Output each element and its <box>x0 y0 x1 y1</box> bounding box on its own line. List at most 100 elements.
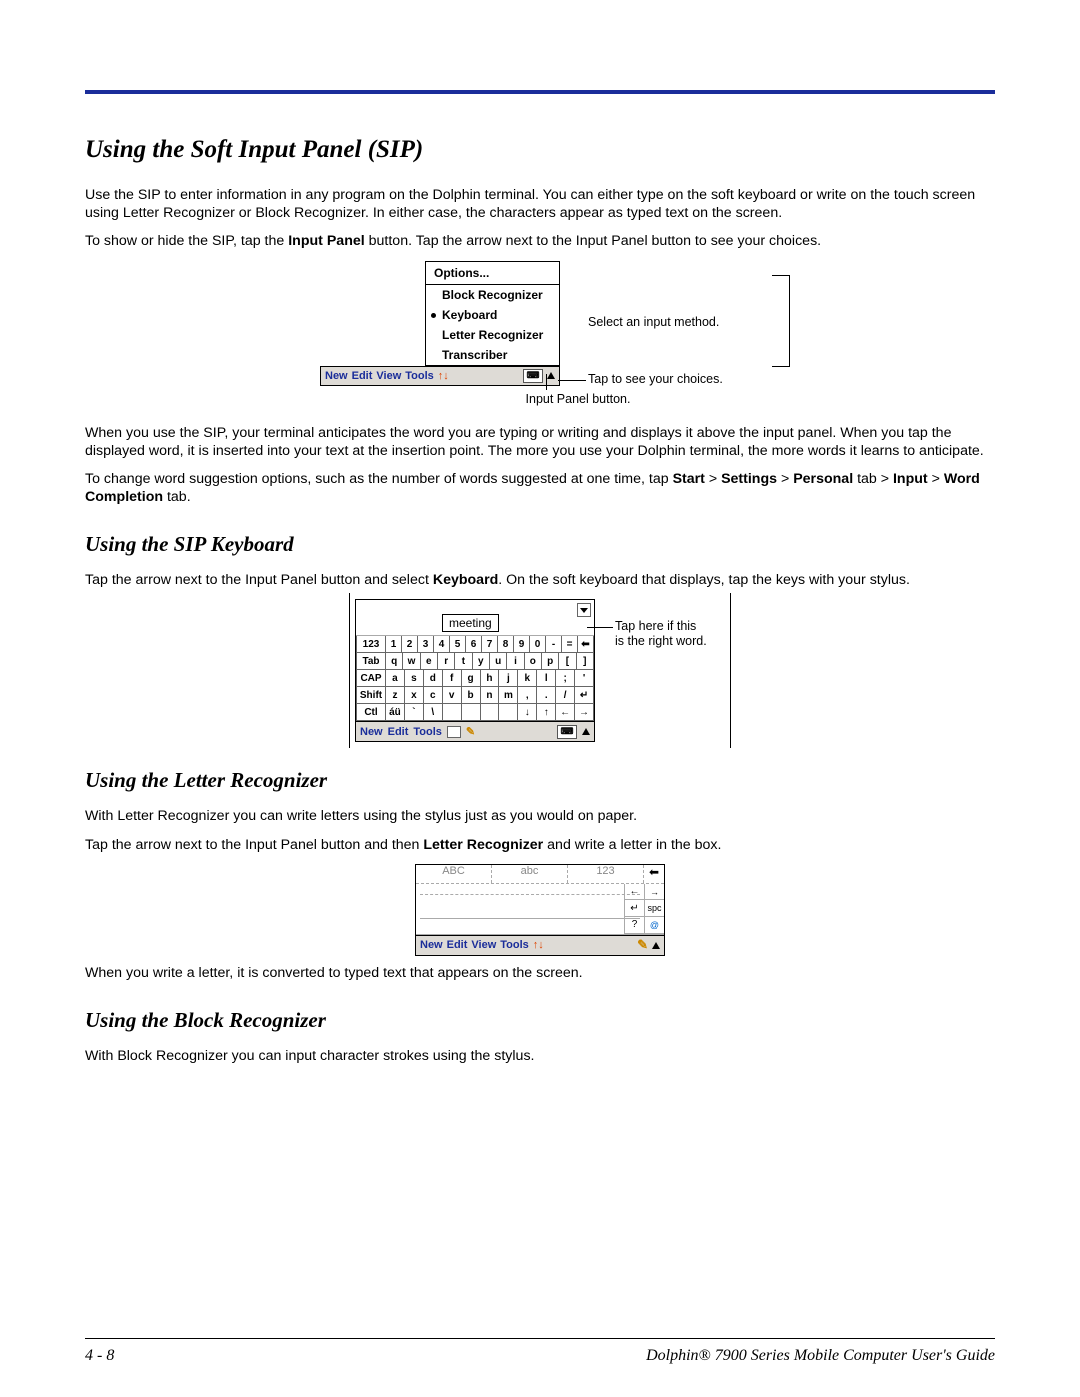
key-j[interactable]: j <box>499 670 518 687</box>
key-][interactable]: ] <box>577 653 594 670</box>
key--[interactable]: - <box>546 636 562 653</box>
key-⬅[interactable]: ⬅ <box>578 636 594 653</box>
key-↑[interactable]: ↑ <box>537 704 556 721</box>
key-→[interactable]: → <box>575 704 594 721</box>
key-a[interactable]: a <box>386 670 405 687</box>
kb-new[interactable]: New <box>360 726 383 738</box>
key-i[interactable]: i <box>507 653 524 670</box>
key-s[interactable]: s <box>405 670 424 687</box>
kb-edit[interactable]: Edit <box>388 726 409 738</box>
key-\[interactable]: \ <box>424 704 443 721</box>
key-w[interactable]: w <box>403 653 420 670</box>
key-z[interactable]: z <box>386 687 405 704</box>
key-g[interactable]: g <box>462 670 481 687</box>
key-Shift[interactable]: Shift <box>356 687 386 704</box>
lr-edit[interactable]: Edit <box>447 939 468 951</box>
key-p[interactable]: p <box>542 653 559 670</box>
key-m[interactable]: m <box>499 687 518 704</box>
key-e[interactable]: e <box>421 653 438 670</box>
nav-left-icon[interactable]: ← <box>625 884 644 901</box>
key-0[interactable]: 0 <box>530 636 546 653</box>
key-`[interactable]: ` <box>405 704 424 721</box>
key-y[interactable]: y <box>473 653 490 670</box>
key-d[interactable]: d <box>424 670 443 687</box>
menu-keyboard[interactable]: Keyboard <box>426 305 559 325</box>
zone-abc[interactable]: abc <box>492 865 568 883</box>
key-6[interactable]: 6 <box>466 636 482 653</box>
key-5[interactable]: 5 <box>450 636 466 653</box>
key-[[interactable]: [ <box>559 653 576 670</box>
key-123[interactable]: 123 <box>356 636 386 653</box>
input-panel-arrow-icon[interactable] <box>652 942 660 949</box>
key-.[interactable]: . <box>537 687 556 704</box>
abc-icon[interactable] <box>447 726 461 738</box>
tb-tools[interactable]: Tools <box>405 370 434 382</box>
key-o[interactable]: o <box>525 653 542 670</box>
lr-tools[interactable]: Tools <box>500 939 529 951</box>
key-←[interactable]: ← <box>556 704 575 721</box>
key-CAP[interactable]: CAP <box>356 670 386 687</box>
key-'[interactable]: ' <box>575 670 594 687</box>
nav-right-icon[interactable]: → <box>645 884 664 901</box>
input-panel-button[interactable]: ⌨ <box>557 725 577 739</box>
key-8[interactable]: 8 <box>498 636 514 653</box>
zone-123[interactable]: 123 <box>568 865 644 883</box>
menu-transcriber[interactable]: Transcriber <box>426 345 559 365</box>
key-4[interactable]: 4 <box>434 636 450 653</box>
key-3[interactable]: 3 <box>418 636 434 653</box>
lr-new[interactable]: New <box>420 939 443 951</box>
tb-view[interactable]: View <box>376 370 401 382</box>
key-space[interactable] <box>443 704 462 721</box>
at-icon[interactable]: @ <box>645 917 664 934</box>
key-h[interactable]: h <box>481 670 500 687</box>
zone-ABC[interactable]: ABC <box>416 865 492 883</box>
input-panel-button[interactable]: ⌨ <box>523 369 543 383</box>
key-space[interactable] <box>481 704 500 721</box>
key-t[interactable]: t <box>455 653 472 670</box>
help-icon[interactable]: ? <box>625 917 644 934</box>
key-b[interactable]: b <box>462 687 481 704</box>
key-space[interactable] <box>462 704 481 721</box>
writing-area[interactable]: ← ↵ ? → spc @ <box>416 883 664 935</box>
key-Tab[interactable]: Tab <box>356 653 386 670</box>
key-1[interactable]: 1 <box>386 636 402 653</box>
key-v[interactable]: v <box>443 687 462 704</box>
space-key[interactable]: spc <box>645 900 664 917</box>
key-↵[interactable]: ↵ <box>575 687 594 704</box>
word-suggestion[interactable]: meeting <box>442 614 499 632</box>
suggestion-dropdown-icon[interactable] <box>577 603 591 617</box>
key-c[interactable]: c <box>424 687 443 704</box>
enter-icon[interactable]: ↵ <box>625 900 644 917</box>
pen-icon[interactable]: ✎ <box>466 725 475 738</box>
key-x[interactable]: x <box>405 687 424 704</box>
key-↓[interactable]: ↓ <box>518 704 537 721</box>
tb-edit[interactable]: Edit <box>352 370 373 382</box>
key-,[interactable]: , <box>518 687 537 704</box>
key-Ctl[interactable]: Ctl <box>356 704 386 721</box>
tb-new[interactable]: New <box>325 370 348 382</box>
backspace-icon[interactable]: ⬅ <box>644 865 664 883</box>
key-2[interactable]: 2 <box>402 636 418 653</box>
key-k[interactable]: k <box>518 670 537 687</box>
kb-tools[interactable]: Tools <box>413 726 442 738</box>
input-panel-arrow-icon[interactable] <box>547 372 555 379</box>
menu-options[interactable]: Options... <box>426 262 559 285</box>
updown-icon[interactable]: ↑↓ <box>533 939 544 951</box>
key-u[interactable]: u <box>490 653 507 670</box>
key-l[interactable]: l <box>537 670 556 687</box>
key-;[interactable]: ; <box>556 670 575 687</box>
key-9[interactable]: 9 <box>514 636 530 653</box>
menu-letter-recognizer[interactable]: Letter Recognizer <box>426 325 559 345</box>
updown-icon[interactable]: ↑↓ <box>438 370 449 382</box>
key-/[interactable]: / <box>556 687 575 704</box>
input-panel-arrow-icon[interactable] <box>582 728 590 735</box>
key-q[interactable]: q <box>386 653 403 670</box>
key-=[interactable]: = <box>562 636 578 653</box>
key-r[interactable]: r <box>438 653 455 670</box>
key-áü[interactable]: áü <box>386 704 405 721</box>
key-f[interactable]: f <box>443 670 462 687</box>
pen-icon[interactable]: ✎ <box>637 937 648 953</box>
lr-view[interactable]: View <box>471 939 496 951</box>
key-space[interactable] <box>499 704 518 721</box>
key-7[interactable]: 7 <box>482 636 498 653</box>
